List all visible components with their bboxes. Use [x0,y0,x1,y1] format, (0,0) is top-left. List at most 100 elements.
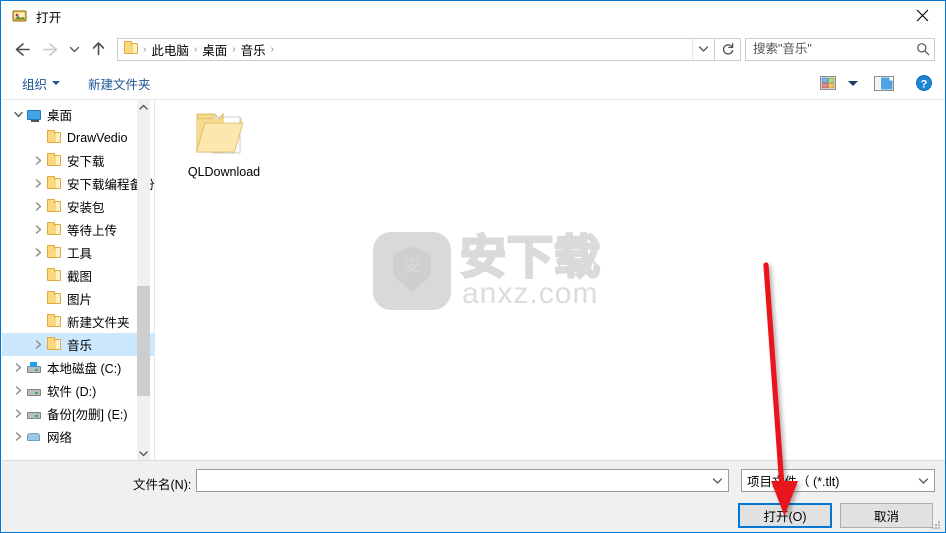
watermark-shield-text: 安 [403,257,421,277]
search-icon [912,42,934,56]
tree-item[interactable]: 等待上传 [2,218,154,241]
dialog-body: 桌面 DrawVedio 安下载 安下载编程备份 安装包 等待上传 工具 截图 图片 新建文件夹音… [2,100,945,460]
tree-item-label: 安下载 [67,155,105,169]
tree-item[interactable]: 安下载 [2,149,154,172]
chevron-down-icon [52,81,61,85]
chevron-right-icon[interactable] [30,153,46,169]
filename-combobox[interactable] [196,469,729,492]
chevron-right-icon[interactable] [10,429,26,445]
scroll-down-button[interactable] [137,446,150,460]
breadcrumb-item-1[interactable]: 桌面 [198,40,231,59]
open-button-label: 打开(O) [763,510,807,524]
tree-item[interactable]: 备份[勿删] (E:) [2,402,154,425]
tree-item-label: 新建文件夹 [67,316,130,330]
tree-item[interactable]: 工具 [2,241,154,264]
resize-grip-icon[interactable] [930,519,942,531]
svg-text:?: ? [921,78,928,90]
watermark-text-group: 安下载 anxz.com [459,229,602,310]
view-dropdown-button[interactable] [848,80,858,86]
view-controls: ? [817,74,933,92]
window-title: 打开 [36,10,62,25]
folder-icon [46,336,62,353]
chevron-right-icon[interactable] [30,245,46,261]
tree-item-label: 网络 [47,431,73,445]
filename-input[interactable] [197,472,707,489]
organize-label: 组织 [22,77,48,92]
scrollbar-thumb[interactable] [137,286,150,396]
watermark-brand: 安下载 [459,229,602,284]
tree-item[interactable]: DrawVedio [2,126,154,149]
folder-tree: 桌面 DrawVedio 安下载安下载编程备份安装包等待上传 工具截图图片新建文件夹音… [2,100,154,448]
drive-icon [26,383,42,399]
watermark: 安 安下载 anxz.com [373,228,617,313]
up-button[interactable] [84,35,112,63]
tree-item-label: 截图 [67,270,93,284]
folder-icon [46,152,62,169]
search-box[interactable] [745,37,935,61]
preview-pane-button[interactable] [872,75,896,92]
folder-icon [46,313,62,330]
address-dropdown-button[interactable] [692,38,714,60]
organize-menu-button[interactable]: 组织 [15,71,67,96]
recent-locations-button[interactable] [64,35,84,63]
cancel-button-label: 取消 [873,510,899,524]
watermark-domain: anxz.com [462,276,599,310]
breadcrumb-item-0[interactable]: 此电脑 [147,40,193,59]
folder-icon [46,175,62,192]
close-button[interactable] [899,1,945,30]
chevron-right-icon[interactable] [10,383,26,399]
scroll-up-button[interactable] [137,100,150,114]
filetype-value: 项目文件（ (*.tlt) [747,475,840,489]
help-question-icon[interactable]: ? [915,74,933,92]
breadcrumb-item-2[interactable]: 音乐 [237,40,270,59]
tree-item-label: DrawVedio [67,130,128,145]
tree-item-label: 安装包 [67,201,105,215]
drive-windows-icon [26,360,42,376]
chevron-right-icon[interactable] [30,176,46,192]
chevron-right-icon[interactable] [30,199,46,215]
watermark-logo-badge: 安 [373,231,451,310]
chevron-down-icon[interactable] [10,107,26,123]
open-button[interactable]: 打开(O) [738,503,832,528]
drive-icon [26,406,42,422]
title-bar: 打开 [1,1,945,31]
sidebar-scrollbar[interactable] [137,100,150,460]
breadcrumb-folder-icon [124,41,140,56]
filetype-combobox[interactable]: 项目文件（ (*.tlt) [741,469,935,492]
command-toolbar: 组织 新建文件夹 ? [2,67,945,100]
view-tiles-icon[interactable] [817,74,839,92]
tree-item[interactable]: 软件 (D:) [2,379,154,402]
tree-item[interactable]: 安下载编程备份 [2,172,154,195]
back-button[interactable] [8,35,36,63]
tree-item[interactable]: 截图 [2,264,154,287]
tree-item[interactable]: 本地磁盘 (C:) [2,356,154,379]
chevron-right-icon[interactable] [30,337,46,353]
chevron-down-icon[interactable] [913,470,934,491]
chevron-right-icon[interactable] [30,222,46,238]
network-icon [26,429,42,445]
file-list-item[interactable]: QLDownload [176,106,272,180]
chevron-right-icon[interactable] [10,360,26,376]
tree-item[interactable]: 音乐 [2,333,154,356]
search-input[interactable] [746,41,912,57]
tree-item[interactable]: 新建文件夹 [2,310,154,333]
folder-icon [46,198,62,215]
new-folder-button[interactable]: 新建文件夹 [81,71,158,96]
refresh-button[interactable] [715,37,741,61]
forward-button[interactable] [36,35,64,63]
tree-item[interactable]: 安装包 [2,195,154,218]
tree-item[interactable]: 桌面 [2,103,154,126]
file-list-pane[interactable]: QLDownload 安 安下载 anxz.com [155,100,945,460]
chevron-down-icon[interactable] [707,470,728,491]
folder-icon [46,244,62,261]
tree-item[interactable]: 网络 [2,425,154,448]
chevron-right-icon[interactable] [10,406,26,422]
file-name-label: QLDownload [187,165,261,179]
tree-item[interactable]: 图片 [2,287,154,310]
address-bar[interactable]: › 此电脑 › 桌面 › 音乐 › [117,37,715,61]
cancel-button[interactable]: 取消 [840,503,933,528]
folder-icon [46,221,62,238]
